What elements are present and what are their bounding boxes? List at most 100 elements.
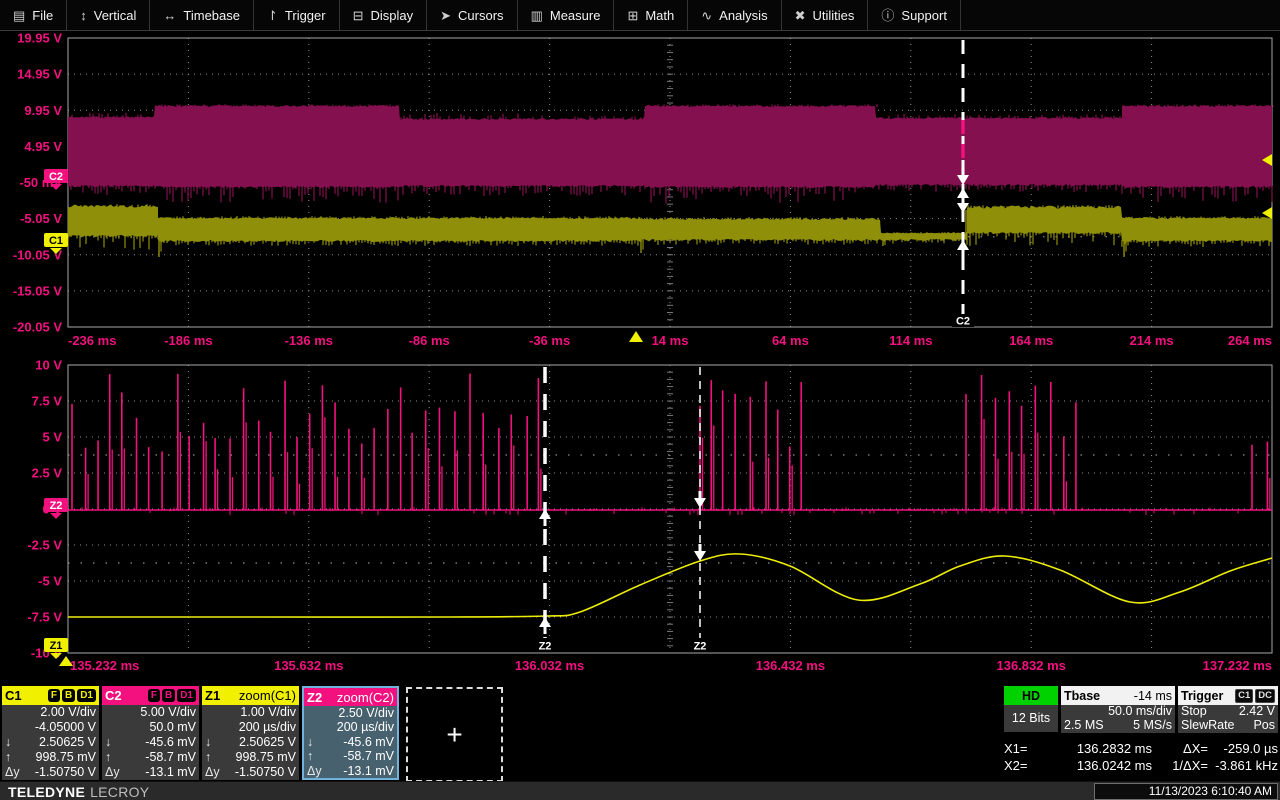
c1-badge-d1: D1	[77, 689, 96, 702]
delta-y-label: Δy	[5, 765, 25, 780]
cursor-down-icon: ↓	[205, 735, 225, 750]
svg-text:136.832 ms: 136.832 ms	[996, 658, 1065, 673]
cursor-up-icon: ↑	[205, 750, 225, 765]
cursor-down-icon: ↓	[307, 735, 327, 749]
x2-label: X2=	[1004, 757, 1046, 774]
timebase-values: 50.0 ms/div 2.5 MS 5 MS/s	[1061, 705, 1175, 733]
svg-text:9.95 V: 9.95 V	[24, 103, 62, 118]
svg-text:-20.05 V: -20.05 V	[13, 320, 62, 335]
hd-bits: 12 Bits	[1004, 705, 1058, 732]
c2-values: 5.00 V/div 50.0 mV ↓-45.6 mV ↑-58.7 mV Δ…	[102, 705, 199, 780]
z2-header[interactable]: Z2 zoom(C2)	[304, 688, 397, 706]
svg-text:10 V: 10 V	[35, 358, 62, 373]
svg-text:C2: C2	[956, 316, 970, 328]
c1-badge-f: F	[48, 689, 60, 702]
teledyne-lecroy-logo: TELEDYNELECROY	[8, 784, 149, 800]
z2-values: 2.50 V/div 200 µs/div ↓-45.6 mV ↑-58.7 m…	[304, 706, 397, 778]
svg-text:14 ms: 14 ms	[652, 333, 689, 348]
channel-descriptor-c1[interactable]: C1 F B D1 2.00 V/div -4.05000 V ↓2.50625…	[2, 686, 99, 780]
z1-source: zoom(C1)	[239, 688, 296, 703]
cursor-up-icon: ↑	[105, 750, 125, 765]
trigger-source-badge: C1	[1235, 689, 1253, 703]
x1-label: X1=	[1004, 740, 1046, 757]
cursor-down-icon: ↓	[5, 735, 25, 750]
svg-text:-136 ms: -136 ms	[285, 333, 333, 348]
trigger-coupling-badge: DC	[1255, 689, 1275, 703]
svg-text:136.432 ms: 136.432 ms	[756, 658, 825, 673]
trigger-type: SlewRate	[1181, 719, 1235, 733]
x2-value: 136.0242 ms	[1046, 757, 1152, 774]
z1-header[interactable]: Z1 zoom(C1)	[202, 686, 299, 705]
svg-text:19.95 V: 19.95 V	[17, 31, 62, 46]
cursor-readout: X1= 136.2832 ms ΔX= -259.0 µs X2= 136.02…	[1004, 740, 1278, 774]
c2-header[interactable]: C2 F B D1	[102, 686, 199, 705]
add-trace-button[interactable]: +	[406, 687, 503, 782]
hd-acquisition-box[interactable]: HD 12 Bits	[1004, 686, 1058, 732]
cursor-down-icon: ↓	[105, 735, 125, 750]
svg-text:14.95 V: 14.95 V	[17, 67, 62, 82]
zoom-descriptor-z1[interactable]: Z1 zoom(C1) 1.00 V/div 200 µs/div ↓2.506…	[202, 686, 299, 780]
svg-text:Z1: Z1	[50, 640, 63, 652]
z2-name: Z2	[307, 690, 322, 705]
c2-badge-f: F	[148, 689, 160, 702]
svg-text:-186 ms: -186 ms	[164, 333, 212, 348]
svg-text:Z2: Z2	[539, 641, 552, 653]
channel-descriptor-c2[interactable]: C2 F B D1 5.00 V/div 50.0 mV ↓-45.6 mV ↑…	[102, 686, 199, 780]
trigger-values: Stop2.42 V SlewRatePos	[1178, 705, 1278, 733]
datetime-display[interactable]: 11/13/2023 6:10:40 AM	[1094, 783, 1278, 800]
trigger-mode: Stop	[1181, 705, 1207, 719]
svg-text:214 ms: 214 ms	[1130, 333, 1174, 348]
svg-text:164 ms: 164 ms	[1009, 333, 1053, 348]
svg-text:7.5 V: 7.5 V	[32, 394, 63, 409]
c2-badge-b: B	[162, 689, 175, 702]
invdx-label: 1/ΔX=	[1152, 757, 1208, 774]
trigger-level: 2.42 V	[1239, 705, 1275, 719]
svg-text:-5.05 V: -5.05 V	[20, 211, 62, 226]
trigger-time-marker[interactable]	[629, 331, 643, 342]
timebase-scale: 50.0 ms/div	[1108, 705, 1172, 719]
delta-y-label: Δy	[105, 765, 125, 780]
c1-name: C1	[5, 688, 22, 703]
delta-y-label: Δy	[205, 765, 225, 780]
zoom-descriptor-z2-selected[interactable]: Z2 zoom(C2) 2.50 V/div 200 µs/div ↓-45.6…	[302, 686, 399, 780]
trigger-header: Trigger C1 DC	[1178, 686, 1278, 705]
x1-value: 136.2832 ms	[1046, 740, 1152, 757]
delta-y-label: Δy	[307, 764, 327, 778]
cursor-up-icon: ↑	[5, 750, 25, 765]
z2-source: zoom(C2)	[337, 690, 394, 705]
svg-text:135.632 ms: 135.632 ms	[274, 658, 343, 673]
svg-text:-15.05 V: -15.05 V	[13, 283, 62, 298]
top-grid: 19.95 V14.95 V9.95 V4.95 V-50 mV-5.05 V-…	[13, 31, 1273, 349]
svg-text:-236 ms: -236 ms	[68, 333, 116, 348]
svg-text:137.232 ms: 137.232 ms	[1203, 658, 1272, 673]
cursor-up-icon: ↑	[307, 749, 327, 763]
svg-text:C2: C2	[49, 171, 63, 183]
timebase-header: Tbase -14 ms	[1061, 686, 1175, 705]
invdx-value: -3.861 kHz	[1208, 757, 1278, 774]
svg-text:-86 ms: -86 ms	[409, 333, 450, 348]
svg-text:64 ms: 64 ms	[772, 333, 809, 348]
bottom-grid: 10 V7.5 V5 V2.5 V0 V-2.5 V-5 V-7.5 V-10 …	[27, 358, 1272, 674]
svg-text:5 V: 5 V	[42, 430, 62, 445]
svg-text:4.95 V: 4.95 V	[24, 139, 62, 154]
status-bar: TELEDYNELECROY 11/13/2023 6:10:40 AM	[0, 781, 1280, 800]
plus-icon: +	[446, 719, 462, 751]
z1-values: 1.00 V/div 200 µs/div ↓2.50625 V ↑998.75…	[202, 705, 299, 780]
c1-values: 2.00 V/div -4.05000 V ↓2.50625 V ↑998.75…	[2, 705, 99, 780]
svg-text:-5 V: -5 V	[38, 574, 62, 589]
oscilloscope-app: ▤File↕Vertical↔Timebase↾Trigger⊟Display➤…	[0, 0, 1280, 800]
svg-text:Z2: Z2	[694, 641, 707, 653]
scope-display: 19.95 V14.95 V9.95 V4.95 V-50 mV-5.05 V-…	[0, 0, 1280, 800]
trigger-box[interactable]: Trigger C1 DC Stop2.42 V SlewRatePos	[1178, 686, 1278, 733]
sample-rate: 5 MS/s	[1133, 719, 1172, 733]
z1-name: Z1	[205, 688, 220, 703]
svg-text:Z2: Z2	[50, 500, 63, 512]
c1-badge-b: B	[62, 689, 75, 702]
dx-label: ΔX=	[1152, 740, 1208, 757]
sample-count: 2.5 MS	[1064, 719, 1104, 733]
svg-text:2.5 V: 2.5 V	[32, 466, 63, 481]
svg-text:-36 ms: -36 ms	[529, 333, 570, 348]
svg-text:-7.5 V: -7.5 V	[27, 610, 62, 625]
c1-header[interactable]: C1 F B D1	[2, 686, 99, 705]
timebase-box[interactable]: Tbase -14 ms 50.0 ms/div 2.5 MS 5 MS/s	[1061, 686, 1175, 733]
